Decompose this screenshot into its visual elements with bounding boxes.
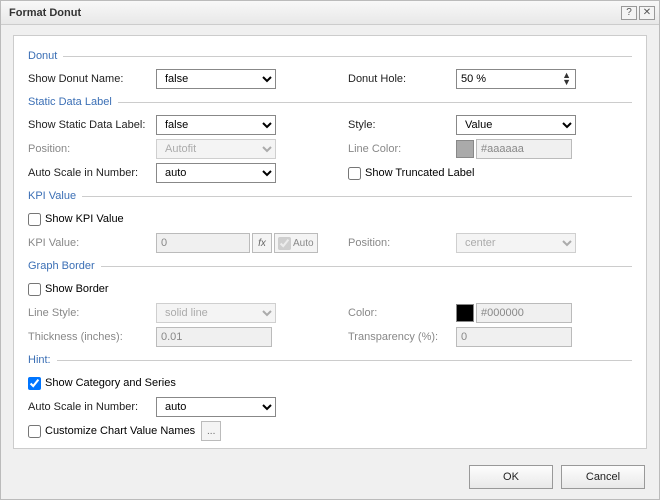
position-select: Autofit: [156, 139, 276, 159]
kpi-value-label: KPI Value:: [28, 237, 156, 249]
customize-names-label: Customize Chart Value Names: [45, 425, 195, 437]
show-category-series-checkbox[interactable]: [28, 377, 41, 390]
spinner-arrows-icon: ▲▼: [562, 72, 571, 86]
divider: [57, 360, 632, 361]
show-donut-name-label: Show Donut Name:: [28, 73, 156, 85]
dialog-footer: OK Cancel: [1, 455, 659, 499]
show-kpi-label: Show KPI Value: [45, 213, 124, 225]
border-color-label: Color:: [348, 307, 456, 319]
line-style-select: solid line: [156, 303, 276, 323]
dialog-format-donut: Format Donut ? ✕ Donut Show Donut Name: …: [0, 0, 660, 500]
line-color-input: [476, 139, 572, 159]
thickness-input: [156, 327, 272, 347]
section-label: Donut: [28, 50, 63, 62]
transparency-label: Transparency (%):: [348, 331, 456, 343]
transparency-input: [456, 327, 572, 347]
kpi-position-label: Position:: [348, 237, 456, 249]
line-color-label: Line Color:: [348, 143, 456, 155]
border-color-swatch: [456, 304, 474, 322]
show-static-label-label: Show Static Data Label:: [28, 119, 156, 131]
auto-checkbox: [278, 237, 291, 250]
divider: [118, 102, 632, 103]
section-border: Graph Border: [28, 260, 632, 272]
line-color-swatch: [456, 140, 474, 158]
show-kpi-checkbox[interactable]: [28, 213, 41, 226]
customize-names-button[interactable]: ...: [201, 421, 221, 441]
dialog-title: Format Donut: [9, 7, 619, 19]
hint-auto-scale-label: Auto Scale in Number:: [28, 401, 156, 413]
fx-button: fx: [252, 233, 272, 253]
divider: [82, 196, 632, 197]
cancel-button[interactable]: Cancel: [561, 465, 645, 489]
divider: [101, 266, 632, 267]
position-label: Position:: [28, 143, 156, 155]
show-border-label: Show Border: [45, 283, 109, 295]
customize-names-checkbox[interactable]: [28, 425, 41, 438]
help-icon[interactable]: ?: [621, 6, 637, 20]
section-static-label: Static Data Label: [28, 96, 632, 108]
ok-button[interactable]: OK: [469, 465, 553, 489]
style-label: Style:: [348, 119, 456, 131]
titlebar: Format Donut ? ✕: [1, 1, 659, 25]
auto-toggle: Auto: [274, 233, 318, 253]
auto-label: Auto: [293, 238, 314, 249]
line-style-label: Line Style:: [28, 307, 156, 319]
main-panel: Donut Show Donut Name: false Donut Hole:…: [13, 35, 647, 449]
hint-auto-scale-select[interactable]: auto: [156, 397, 276, 417]
auto-scale-label: Auto Scale in Number:: [28, 167, 156, 179]
show-truncated-label: Show Truncated Label: [365, 167, 474, 179]
section-label: Hint:: [28, 354, 57, 366]
show-static-label-select[interactable]: false: [156, 115, 276, 135]
close-icon[interactable]: ✕: [639, 6, 655, 20]
kpi-value-input: [156, 233, 250, 253]
donut-hole-spinner[interactable]: 50 % ▲▼: [456, 69, 576, 89]
show-border-checkbox[interactable]: [28, 283, 41, 296]
donut-hole-value: 50 %: [461, 73, 486, 85]
show-category-series-label: Show Category and Series: [45, 377, 176, 389]
kpi-position-select: center: [456, 233, 576, 253]
section-label: KPI Value: [28, 190, 82, 202]
donut-hole-label: Donut Hole:: [348, 73, 456, 85]
divider: [63, 56, 632, 57]
border-color-input: [476, 303, 572, 323]
show-truncated-checkbox[interactable]: [348, 167, 361, 180]
style-select[interactable]: Value: [456, 115, 576, 135]
thickness-label: Thickness (inches):: [28, 331, 156, 343]
show-donut-name-select[interactable]: false: [156, 69, 276, 89]
auto-scale-select[interactable]: auto: [156, 163, 276, 183]
section-label: Static Data Label: [28, 96, 118, 108]
content-area: Donut Show Donut Name: false Donut Hole:…: [1, 25, 659, 455]
section-hint: Hint:: [28, 354, 632, 366]
section-kpi: KPI Value: [28, 190, 632, 202]
section-donut: Donut: [28, 50, 632, 62]
section-label: Graph Border: [28, 260, 101, 272]
